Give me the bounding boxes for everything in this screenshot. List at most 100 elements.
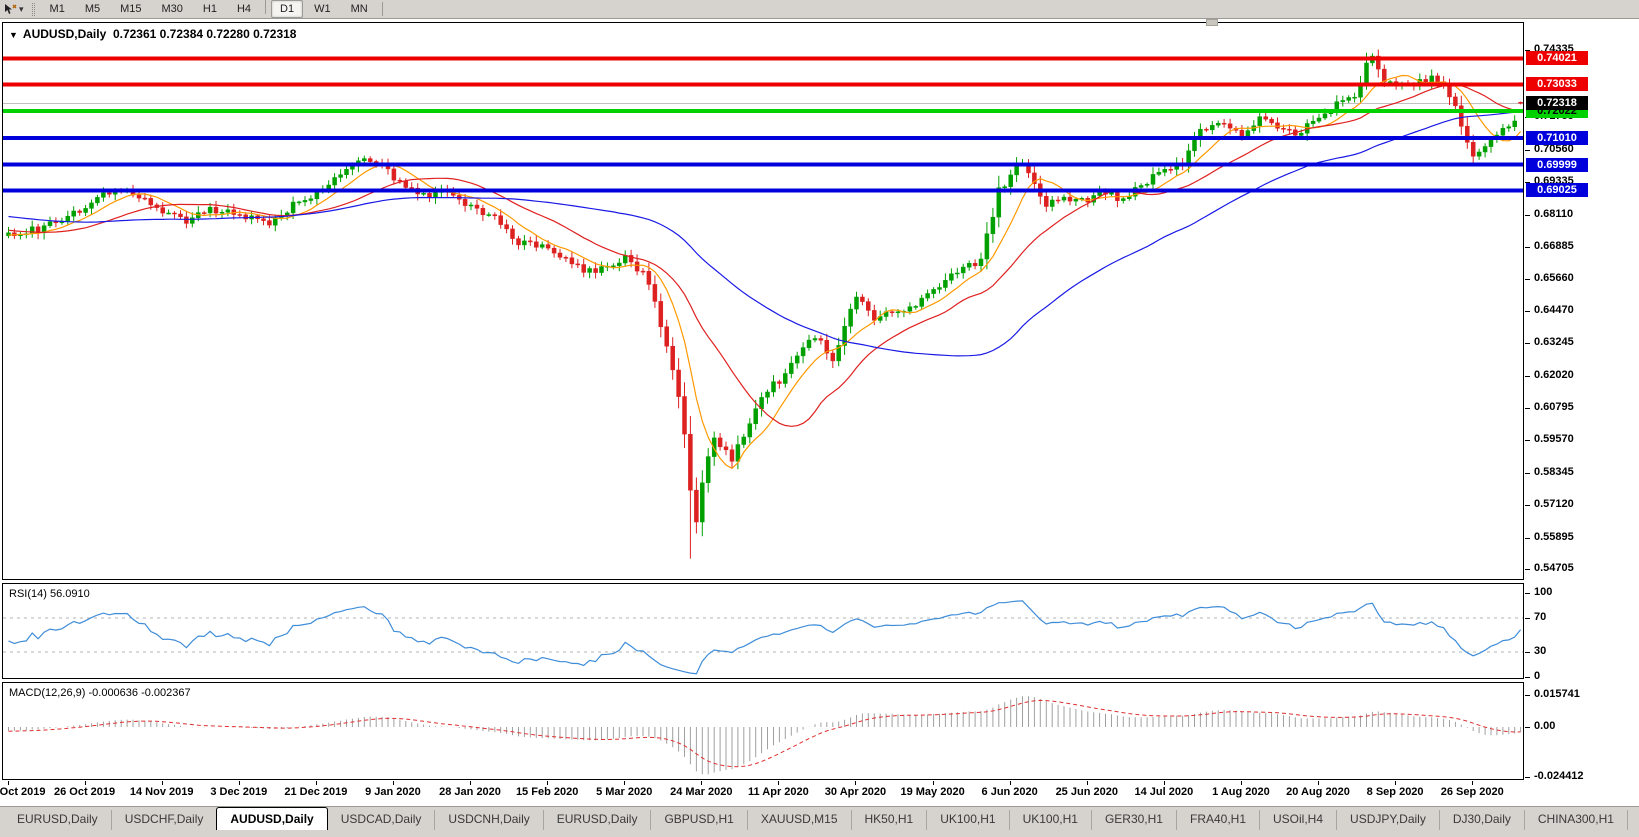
chart-tab-audusd-daily[interactable]: AUDUSD,Daily (216, 807, 328, 830)
chart-tab-usdchf-daily[interactable]: USDCHF,Daily (110, 810, 217, 830)
chart-tab-hk50-h1[interactable]: HK50,H1 (850, 810, 927, 830)
chart-tabbar: EURUSD,Daily USDCHF,Daily AUDUSD,Daily USDC… (0, 806, 1639, 830)
timeframe-button-h1[interactable]: H1 (194, 0, 226, 18)
chart-title: ▼ AUDUSD,Daily 0.72361 0.72384 0.72280 0.… (9, 27, 296, 41)
date-tick-dash (1086, 781, 1088, 785)
level-price-badge[interactable]: 0.69025 (1526, 183, 1588, 198)
timeframe-button-m1[interactable]: M1 (41, 0, 74, 18)
chart-tab-uk100-h1[interactable]: UK100,H1 (926, 810, 1008, 830)
date-label: 19 May 2020 (900, 786, 965, 798)
price-tick: 0.58345 (1534, 465, 1574, 478)
rsi-tick: 100 (1534, 586, 1553, 598)
macd-panel: MACD(12,26,9) -0.000636 -0.002367 (2, 682, 1524, 780)
price-tick-dash (1525, 343, 1530, 345)
price-tick: 0.65660 (1534, 272, 1574, 285)
date-tick-dash (1318, 781, 1320, 785)
price-tick-dash (1525, 505, 1530, 507)
price-tick-dash (1525, 375, 1530, 377)
macd-tick-dash (1525, 727, 1530, 728)
chart-tab-eurusd-daily[interactable]: EURUSD,Daily (4, 810, 111, 830)
price-tick-dash (1525, 408, 1530, 410)
main-chart-canvas[interactable] (3, 23, 1523, 579)
chart-scrollbar-thumb[interactable] (1206, 19, 1218, 26)
chart-tab-fra40-h1[interactable]: FRA40,H1 (1175, 810, 1259, 830)
rsi-tick: 30 (1534, 644, 1547, 657)
date-tick-dash (547, 781, 549, 785)
price-tick: 0.63245 (1534, 336, 1574, 349)
price-tick: 0.57120 (1534, 498, 1574, 511)
level-price-badge[interactable]: 0.74021 (1526, 51, 1588, 66)
date-tick-dash (7, 781, 9, 785)
level-price-badge[interactable]: 0.69999 (1526, 157, 1588, 172)
crosshair-cursor-icon[interactable] (3, 3, 17, 16)
level-price-badge[interactable]: 0.73033 (1526, 77, 1588, 92)
chart-tab-dj30-daily[interactable]: DJ30,Daily (1438, 810, 1524, 830)
timeframe-button-mn[interactable]: MN (342, 0, 377, 18)
macd-tick-dash (1525, 694, 1530, 696)
price-tick-dash (1525, 246, 1530, 248)
rsi-tick: 0 (1534, 670, 1541, 682)
chart-tab-usdjpy-daily[interactable]: USDJPY,Daily (1336, 810, 1439, 830)
chart-tab-eurusd-daily[interactable]: EURUSD,Daily (542, 810, 651, 830)
price-tick-dash (1525, 214, 1530, 216)
date-tick-dash (778, 781, 780, 785)
price-tick-dash (1525, 569, 1530, 571)
macd-tick: 0.00 (1534, 720, 1556, 732)
level-price-badge[interactable]: 0.71010 (1526, 130, 1588, 145)
timeframe-button-w1[interactable]: W1 (305, 0, 340, 18)
rsi-canvas[interactable] (3, 584, 1523, 678)
date-tick-dash (1009, 781, 1011, 785)
timeframe-button-m15[interactable]: M15 (111, 0, 150, 18)
date-label: 3 Dec 2019 (210, 786, 268, 798)
rsi-tick-dash (1525, 677, 1530, 678)
date-label: 26 Sep 2020 (1440, 786, 1504, 798)
date-tick-dash (392, 781, 394, 785)
timeframe-button-m30[interactable]: M30 (153, 0, 192, 18)
chart-tab-usdcnh-daily[interactable]: USDCNH,Daily (434, 810, 542, 830)
chart-tab-china300-h1[interactable]: CHINA300,H1 (1523, 810, 1627, 830)
chart-tab-usoil-h4[interactable]: USOil,H4 (1259, 810, 1336, 830)
toolbar-separator (381, 2, 383, 16)
timeframe-button-h4[interactable]: H4 (228, 0, 260, 18)
chart-tab-ger30-h1[interactable]: GER30,H1 (1090, 810, 1176, 830)
date-label: 30 Apr 2020 (824, 786, 887, 798)
macd-signal-value: -0.002367 (141, 687, 191, 699)
date-label: 8 Sep 2020 (1366, 786, 1424, 798)
rsi-tick-dash (1525, 593, 1530, 594)
date-tick-dash (624, 781, 626, 785)
current-price-badge: 0.72318 (1526, 96, 1588, 111)
chart-tab-xauusd-m15[interactable]: XAUUSD,M15 (746, 810, 851, 830)
cursor-dropdown-caret[interactable]: ▾ (19, 4, 24, 15)
date-label: 25 Jun 2020 (1055, 786, 1118, 798)
macd-canvas[interactable] (3, 683, 1523, 779)
chart-tab-usoil-h[interactable]: USOil,H (1626, 810, 1639, 830)
date-label: 28 Jan 2020 (439, 786, 501, 798)
date-label: 9 Jan 2020 (365, 786, 421, 798)
date-tick-dash (315, 781, 317, 785)
chart-tab-gbpusd-h1[interactable]: GBPUSD,H1 (650, 810, 746, 830)
chart-title-dropdown-icon[interactable]: ▼ (9, 30, 18, 40)
price-tick: 0.68110 (1534, 207, 1574, 220)
chart-ohlc-values: 0.72361 0.72384 0.72280 0.72318 (112, 27, 297, 41)
chart-tab-usdcad-daily[interactable]: USDCAD,Daily (328, 810, 435, 830)
rsi-tick: 70 (1534, 611, 1547, 624)
toolbar: ▾ M1 M5 M15 M30 H1 H4 D1 W1 MN (0, 0, 1639, 19)
timeframe-button-d1[interactable]: D1 (271, 0, 304, 18)
price-tick: 0.66885 (1534, 239, 1574, 252)
timeframe-button-m5[interactable]: M5 (76, 0, 109, 18)
date-tick-dash (701, 781, 703, 785)
rsi-value: 56.0910 (49, 588, 90, 600)
main-chart-panel: ▼ AUDUSD,Daily 0.72361 0.72384 0.72280 0.… (2, 22, 1524, 580)
price-tick: 0.59570 (1534, 433, 1574, 446)
price-tick-dash (1525, 440, 1530, 442)
price-tick: 0.54705 (1534, 562, 1574, 575)
macd-tick: 0.015741 (1534, 687, 1580, 700)
rsi-panel: RSI(14) 56.0910 (2, 583, 1524, 679)
rsi-tick-dash (1525, 618, 1530, 620)
chart-tab-uk100-h1[interactable]: UK100,H1 (1008, 810, 1091, 830)
date-tick-dash (238, 781, 240, 785)
statusbar-filler (0, 830, 1639, 837)
price-tick: 0.62020 (1534, 368, 1574, 381)
price-tick-dash (1525, 537, 1530, 539)
date-label: 14 Nov 2019 (129, 786, 194, 798)
